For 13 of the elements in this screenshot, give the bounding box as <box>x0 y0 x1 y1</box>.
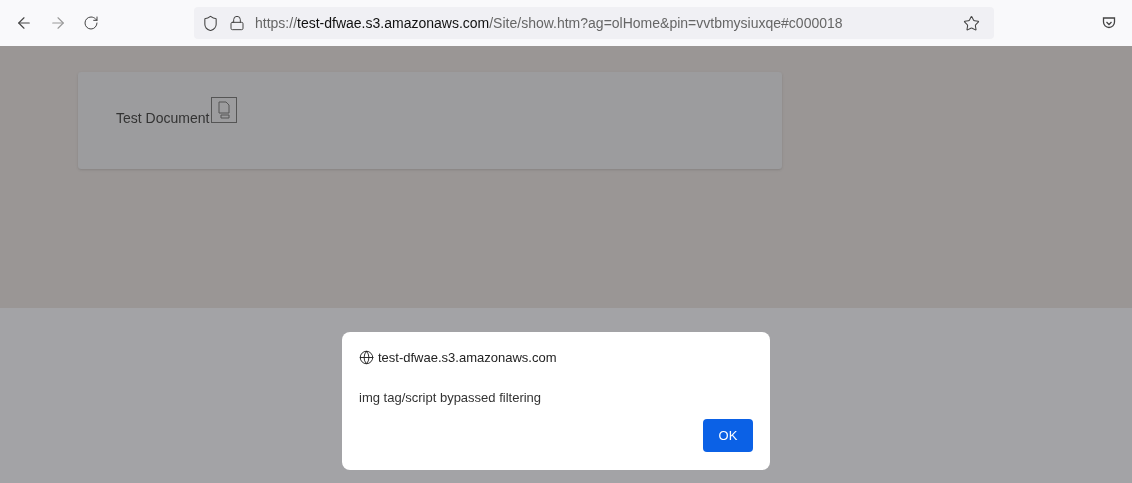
pocket-icon[interactable] <box>1102 16 1116 30</box>
dialog-origin: test-dfwae.s3.amazonaws.com <box>378 349 557 367</box>
url-text: https://test-dfwae.s3.amazonaws.com/Site/show.htm?ag=olHome&pin=vvtbmysiuxqe#c000018 <box>255 13 843 33</box>
lock-icon[interactable] <box>229 15 245 31</box>
dialog-message: img tag/script bypassed filtering <box>359 388 543 407</box>
bookmark-star-icon[interactable] <box>963 14 980 32</box>
globe-icon <box>359 350 374 366</box>
shield-icon[interactable] <box>202 14 219 32</box>
document-title: Test Document <box>116 109 210 128</box>
broken-image-icon <box>211 97 238 123</box>
reload-icon[interactable] <box>83 15 99 31</box>
address-bar[interactable]: https://test-dfwae.s3.amazonaws.com/Site/show.htm?ag=olHome&pin=vvtbmysiuxqe#c000018 <box>194 7 994 39</box>
ok-button[interactable]: OK <box>703 419 753 452</box>
